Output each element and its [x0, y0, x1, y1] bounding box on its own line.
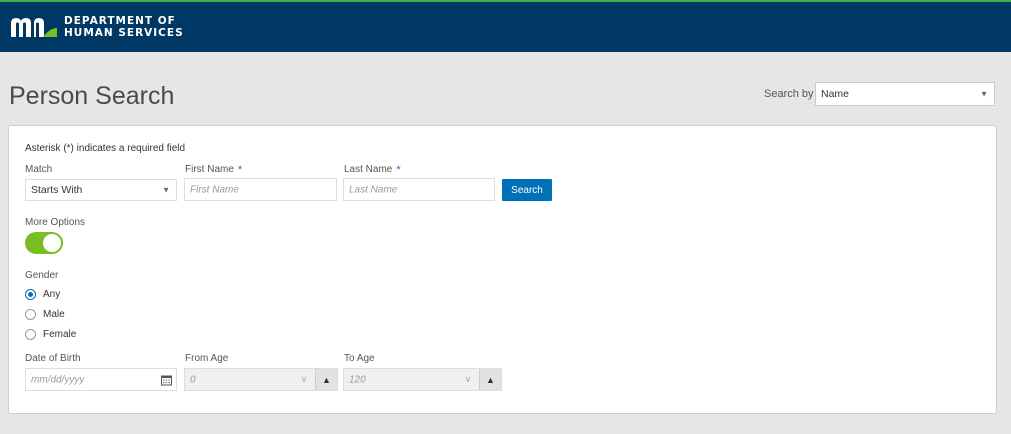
- gender-option-male[interactable]: Male: [25, 309, 65, 320]
- dhs-logo[interactable]: DEPARTMENT OF HUMAN SERVICES: [10, 15, 184, 39]
- from-age-placeholder: 0: [190, 374, 196, 385]
- gender-option-label: Female: [43, 329, 77, 340]
- toggle-knob: [43, 234, 61, 252]
- brand-text: DEPARTMENT OF HUMAN SERVICES: [64, 15, 184, 39]
- radio-checked-icon[interactable]: [25, 289, 36, 300]
- first-name-placeholder: First Name: [190, 184, 239, 195]
- chevron-up-icon[interactable]: ▲: [315, 369, 337, 390]
- more-options-toggle[interactable]: [25, 232, 63, 254]
- dob-input[interactable]: mm/dd/yyyy: [25, 368, 177, 391]
- dob-label: Date of Birth: [25, 353, 81, 364]
- last-name-input[interactable]: Last Name: [343, 178, 495, 201]
- search-button[interactable]: Search: [502, 179, 552, 201]
- mn-logo-icon: [11, 18, 57, 37]
- chevron-up-icon[interactable]: ▲: [479, 369, 501, 390]
- last-name-placeholder: Last Name: [349, 184, 398, 195]
- brand-line-2: HUMAN SERVICES: [64, 27, 184, 39]
- gender-option-label: Male: [43, 309, 65, 320]
- to-age-placeholder: 120: [349, 374, 366, 385]
- required-marker: *: [396, 164, 401, 176]
- to-age-label: To Age: [344, 353, 375, 364]
- required-note: Asterisk (*) indicates a required field: [25, 143, 186, 154]
- search-by-label: Search by: [764, 88, 814, 100]
- calendar-icon[interactable]: [161, 374, 172, 385]
- chevron-down-icon: ▼: [162, 185, 170, 195]
- from-age-input[interactable]: 0 ∨ ▲: [184, 368, 338, 391]
- match-value: Starts With: [31, 184, 83, 196]
- chevron-down-icon: ▼: [980, 89, 988, 99]
- match-label: Match: [25, 164, 53, 175]
- chevron-down-icon[interactable]: ∨: [293, 369, 315, 390]
- chevron-down-icon[interactable]: ∨: [457, 369, 479, 390]
- search-by-select[interactable]: Name ▼: [815, 82, 995, 106]
- brand-line-1: DEPARTMENT OF: [64, 15, 176, 27]
- gender-label: Gender: [25, 270, 59, 281]
- dob-placeholder: mm/dd/yyyy: [31, 374, 85, 385]
- first-name-label-text: First Name: [185, 164, 234, 175]
- required-marker: *: [237, 164, 243, 176]
- gender-option-female[interactable]: Female: [25, 329, 76, 340]
- radio-unchecked-icon[interactable]: [25, 329, 36, 340]
- first-name-input[interactable]: First Name: [184, 178, 337, 201]
- search-by-value: Name: [821, 88, 850, 100]
- match-select[interactable]: Starts With ▼: [25, 179, 177, 201]
- last-name-label-text: Last Name: [344, 164, 393, 175]
- header-bar: DEPARTMENT OF HUMAN SERVICES: [0, 0, 1011, 52]
- radio-unchecked-icon[interactable]: [25, 309, 36, 320]
- more-options-label: More Options: [25, 217, 86, 228]
- gender-option-any[interactable]: Any: [25, 289, 60, 300]
- page-title: Person Search: [9, 82, 175, 110]
- first-name-label: First Name *: [185, 164, 242, 176]
- last-name-label: Last Name *: [344, 164, 401, 176]
- from-age-label: From Age: [185, 353, 229, 364]
- to-age-input[interactable]: 120 ∨ ▲: [343, 368, 502, 391]
- gender-option-label: Any: [43, 289, 61, 300]
